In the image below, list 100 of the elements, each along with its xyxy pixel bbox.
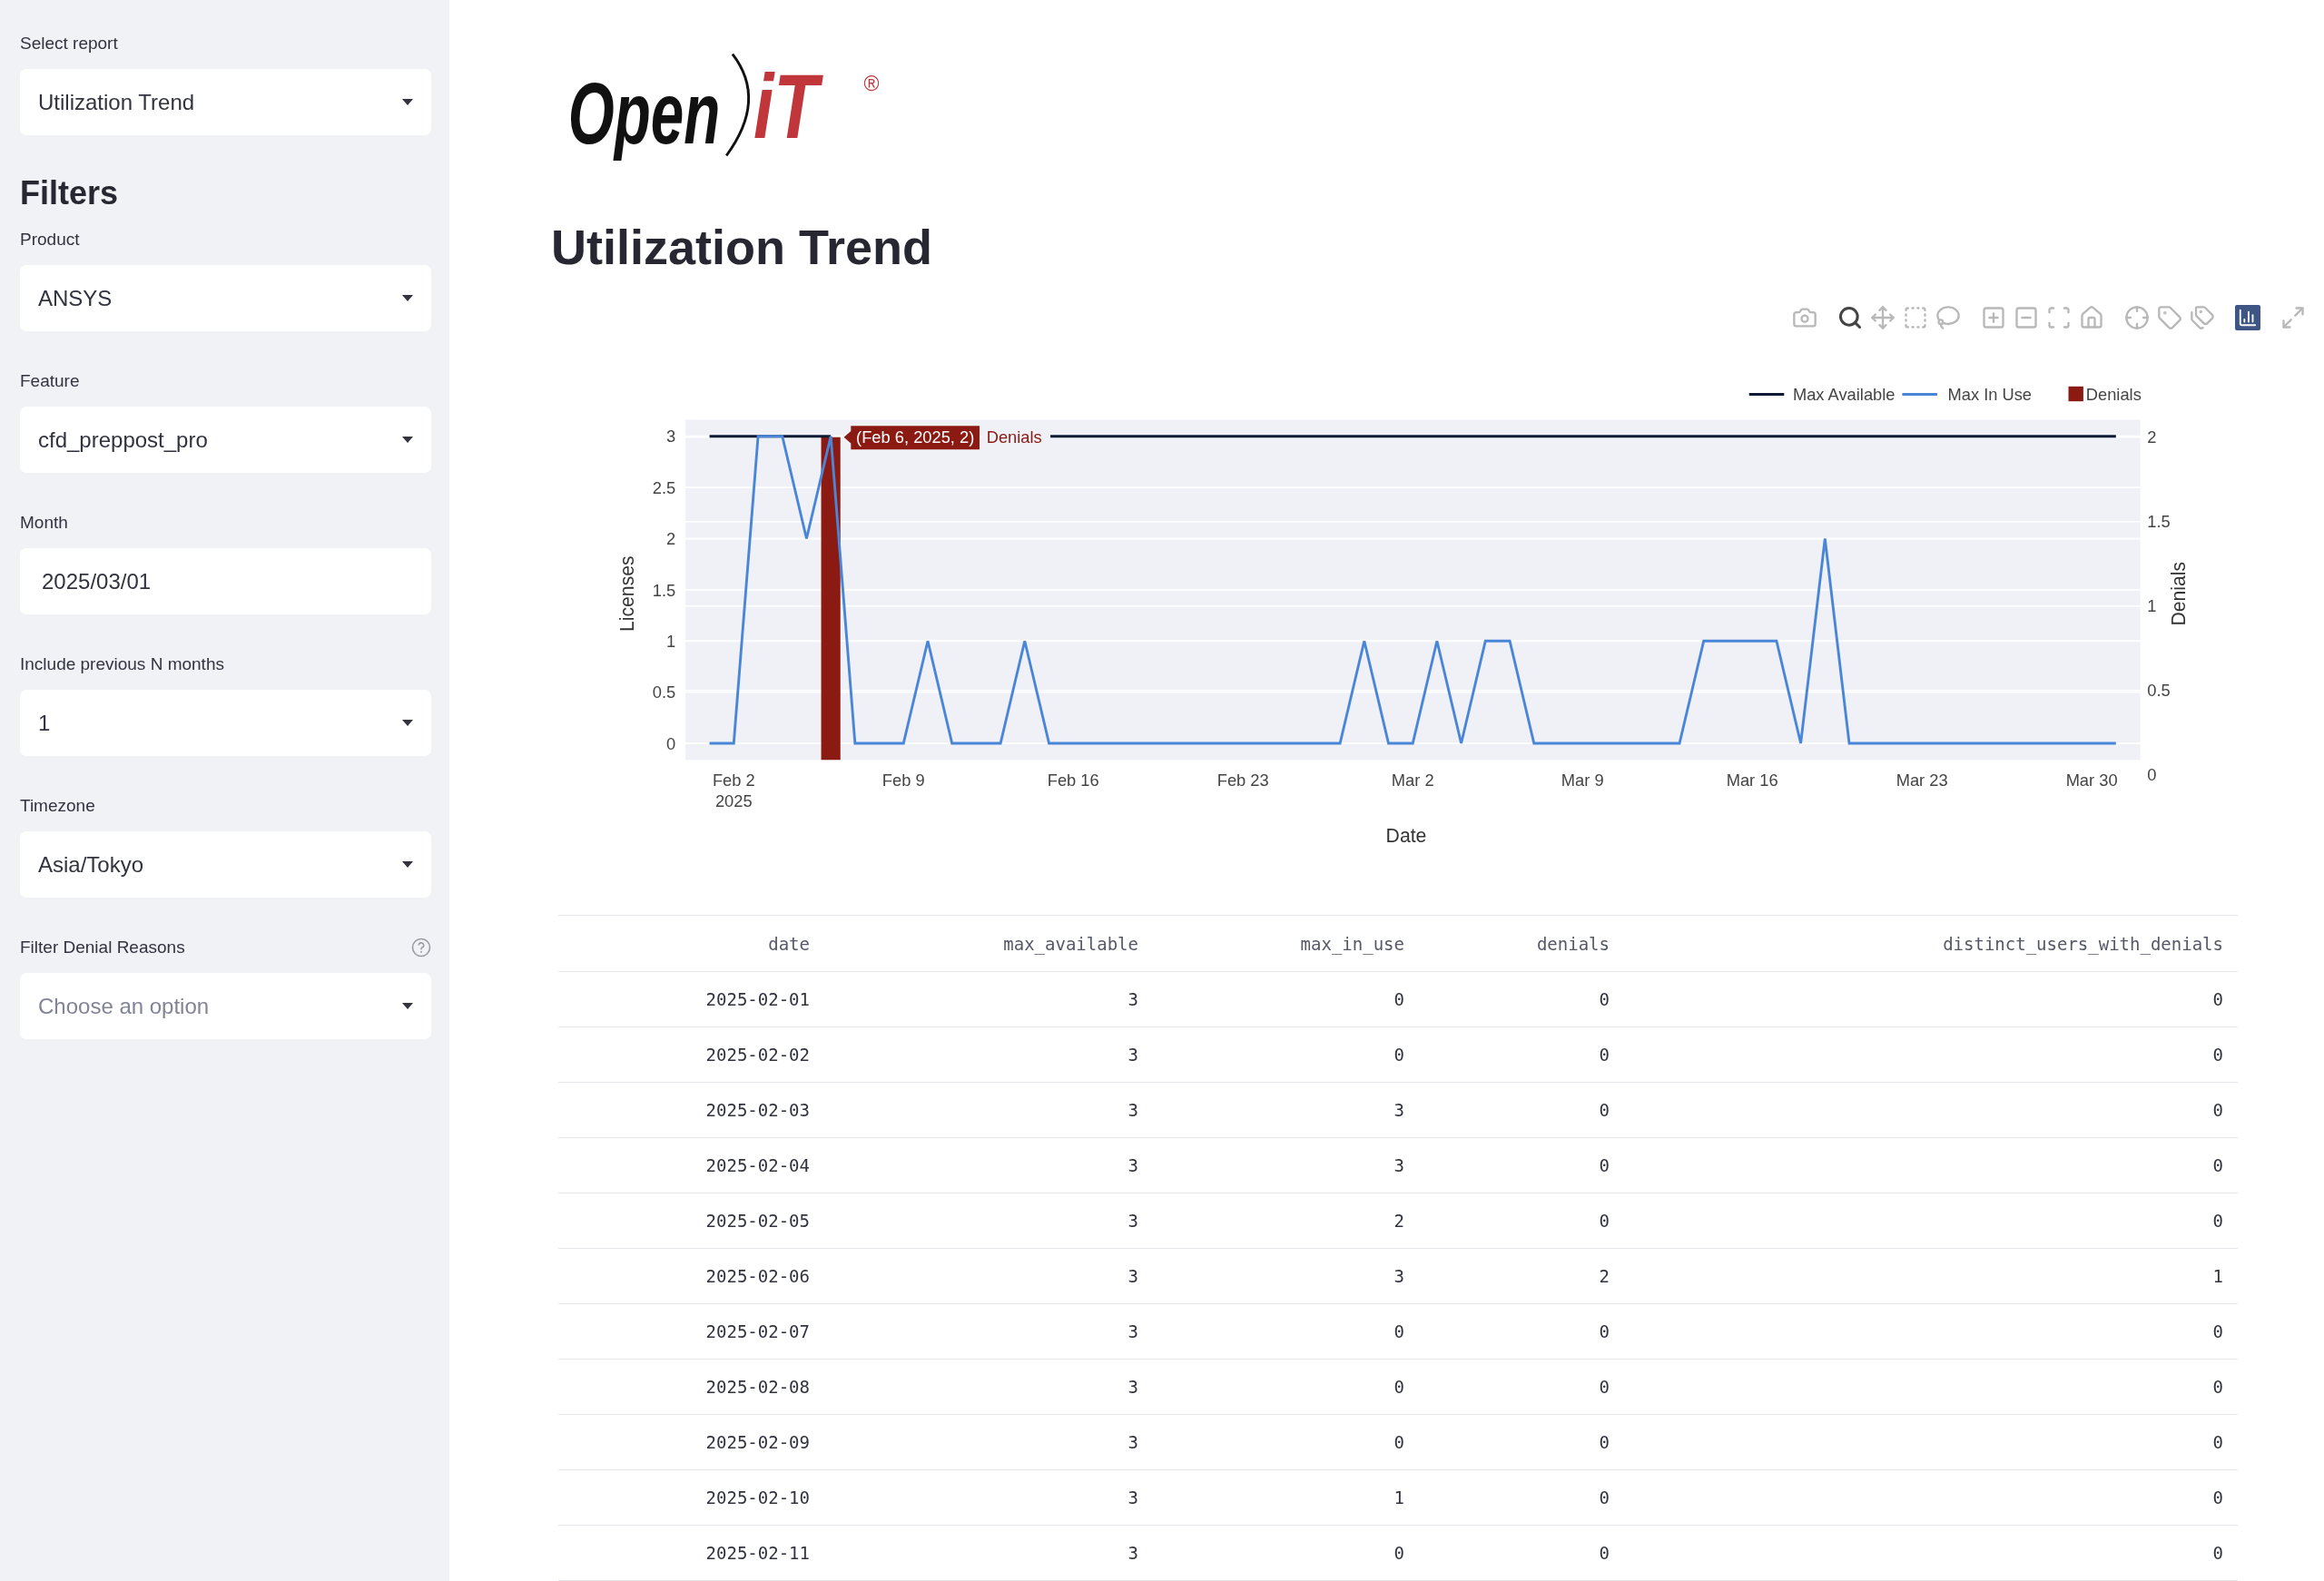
- table-cell: 0: [1624, 1304, 2238, 1360]
- zoom-icon[interactable]: [1837, 304, 1863, 330]
- legend-label[interactable]: Max In Use: [1947, 385, 2033, 405]
- annotation: (Feb 6, 2025, 2): [856, 427, 975, 447]
- expand-icon[interactable]: [2280, 304, 2306, 330]
- field-label: Select report: [20, 33, 119, 54]
- axis-tick-label: 2: [2147, 427, 2157, 447]
- table-cell: 0: [1419, 1304, 1624, 1360]
- caret-icon: [402, 1003, 413, 1009]
- table-cell: 3: [824, 972, 1153, 1027]
- axis-tick-label: 1: [666, 632, 676, 652]
- axis-title: Licenses: [616, 555, 637, 633]
- table-cell: 0: [1153, 972, 1419, 1027]
- table-cell: 0: [1153, 1526, 1419, 1581]
- table-cell: 2025-02-04: [558, 1138, 824, 1193]
- table-cell: 0: [1624, 1526, 2238, 1581]
- table-cell: 3: [824, 1083, 1153, 1138]
- select-field[interactable]: ANSYS: [20, 265, 431, 331]
- table-cell: 1: [1624, 1249, 2238, 1304]
- field-label: Timezone: [20, 795, 95, 817]
- tag-icon[interactable]: [2157, 304, 2182, 330]
- table-cell: 0: [1153, 1304, 1419, 1360]
- zoom-out-icon[interactable]: [2014, 304, 2039, 330]
- caret-icon: [402, 720, 413, 726]
- table-cell: 2025-02-09: [558, 1415, 824, 1470]
- axis-tick-label: Feb 9: [881, 771, 925, 790]
- table-cell: 3: [824, 1027, 1153, 1083]
- table-cell: 0: [1624, 1138, 2238, 1193]
- table-cell: 0: [1153, 1360, 1419, 1415]
- legend-label[interactable]: Max Available: [1792, 385, 1896, 405]
- autoscale-icon[interactable]: [2046, 304, 2072, 330]
- select-field[interactable]: Asia/Tokyo: [20, 831, 431, 898]
- field-label: Feature: [20, 370, 80, 392]
- select-field[interactable]: cfd_preppost_pro: [20, 407, 431, 473]
- home-icon[interactable]: [2079, 304, 2104, 330]
- field-label: Include previous N months: [20, 653, 224, 675]
- zoom-in-icon[interactable]: [1981, 304, 2006, 330]
- column-header[interactable]: max_available: [824, 915, 1153, 972]
- page-title: Utilization Trend: [551, 219, 933, 277]
- table-cell: 2025-02-02: [558, 1027, 824, 1083]
- axis-tick-label: 3: [666, 427, 676, 447]
- table-cell: 2: [1153, 1193, 1419, 1249]
- axis-tick-label: 0.5: [652, 682, 676, 702]
- caret-icon: [402, 295, 413, 301]
- legend-swatch: [1902, 393, 1937, 396]
- axis-tick-label: Mar 30: [2065, 771, 2118, 790]
- table-cell: 0: [1419, 1360, 1624, 1415]
- axis-tick-label: 2: [666, 529, 676, 549]
- caret-icon: [402, 99, 413, 105]
- field-label: Filter Denial Reasons: [20, 937, 185, 958]
- bar-chart-icon[interactable]: [2235, 304, 2260, 330]
- help-icon[interactable]: [411, 938, 431, 957]
- axis-tick-label: Feb 16: [1047, 771, 1099, 790]
- hover-label: (Feb 6, 2025, 2): [843, 426, 980, 450]
- axis-tick-label: Feb 2 2025: [712, 771, 755, 811]
- crosshair-icon[interactable]: [2124, 304, 2150, 330]
- axis-tick-label: Mar 16: [1726, 771, 1778, 790]
- legend-label[interactable]: Denials: [2085, 385, 2142, 405]
- table-cell: 2025-02-08: [558, 1360, 824, 1415]
- tags-icon[interactable]: [2190, 304, 2215, 330]
- column-header[interactable]: distinct_users_with_denials: [1624, 915, 2238, 972]
- field-label: Month: [20, 512, 68, 534]
- axis-tick-label: Mar 9: [1561, 771, 1604, 790]
- hover-series-name: Denials: [986, 427, 1042, 447]
- axis-tick-label: 1: [2147, 596, 2157, 616]
- multiselect-field[interactable]: Choose an option: [20, 973, 431, 1039]
- pan-icon[interactable]: [1870, 304, 1896, 330]
- table-cell: 2025-02-03: [558, 1083, 824, 1138]
- column-header[interactable]: denials: [1419, 915, 1624, 972]
- table-cell: 0: [1419, 1193, 1624, 1249]
- table-cell: 2025-02-06: [558, 1249, 824, 1304]
- table-cell: 0: [1624, 1470, 2238, 1526]
- table-cell: 0: [1624, 1360, 2238, 1415]
- table-cell: 2025-02-07: [558, 1304, 824, 1360]
- box-select-icon[interactable]: [1903, 304, 1928, 330]
- column-header[interactable]: date: [558, 915, 824, 972]
- table-cell: 0: [1624, 972, 2238, 1027]
- axis-tick-label: 0.5: [2147, 681, 2171, 701]
- table-cell: 0: [1153, 1415, 1419, 1470]
- caret-icon: [402, 437, 413, 443]
- axis-title: Date: [1385, 824, 1427, 846]
- report-select[interactable]: Utilization Trend: [20, 69, 431, 135]
- table-cell: 0: [1624, 1083, 2238, 1138]
- axis-tick-label: 2.5: [652, 477, 676, 497]
- axis-tick-label: 0: [2147, 765, 2157, 785]
- table-cell: 3: [824, 1415, 1153, 1470]
- table-cell: 3: [1153, 1138, 1419, 1193]
- table-cell: 3: [824, 1193, 1153, 1249]
- table-cell: 0: [1419, 1470, 1624, 1526]
- axis-tick-label: 1.5: [652, 580, 676, 600]
- column-header[interactable]: max_in_use: [1153, 915, 1419, 972]
- filters-heading: Filters: [20, 173, 120, 213]
- table-cell: 0: [1624, 1027, 2238, 1083]
- select-field[interactable]: 1: [20, 690, 431, 756]
- axis-tick-label: 1.5: [2147, 512, 2171, 532]
- table-cell: 0: [1419, 1415, 1624, 1470]
- lasso-icon[interactable]: [1935, 304, 1961, 330]
- date-field[interactable]: 2025/03/01: [20, 548, 431, 614]
- table-cell: 3: [1153, 1083, 1419, 1138]
- table-cell: 0: [1153, 1027, 1419, 1083]
